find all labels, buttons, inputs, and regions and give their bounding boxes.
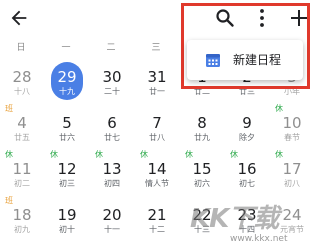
menu-item-label: 新建日程 xyxy=(233,53,282,67)
day-number: 7 xyxy=(152,114,162,132)
arrow-left-icon[interactable] xyxy=(8,7,30,29)
lunar-date: 除夕 xyxy=(239,133,255,142)
weekday-label: 日 xyxy=(16,43,26,53)
day-badge: 休 xyxy=(95,150,103,159)
day-cell[interactable]: 28 十八 xyxy=(4,58,40,108)
day-number: 20 xyxy=(102,206,122,224)
day-number: 14 xyxy=(147,160,167,178)
day-number: 17 xyxy=(282,160,302,178)
weekday-label: 三 xyxy=(151,43,161,53)
lunar-date: 二十 xyxy=(104,87,120,96)
watermark: KK下载 www.kkx.net xyxy=(190,198,312,250)
day-badge: 休 xyxy=(230,150,238,159)
day-number: 29 xyxy=(57,68,77,86)
day-cell[interactable]: 班 4 廿五 xyxy=(4,104,40,154)
day-cell[interactable]: 休 12 初三 xyxy=(49,150,85,200)
day-cell[interactable]: 20 十一 xyxy=(94,196,130,246)
day-number: 31 xyxy=(147,68,167,86)
day-cell[interactable]: 休 14 情人节 xyxy=(139,150,175,200)
lunar-date: 初九 xyxy=(14,225,30,234)
day-number: 4 xyxy=(17,114,27,132)
day-badge: 休 xyxy=(5,150,13,159)
lunar-date: 初八 xyxy=(284,179,300,188)
day-number: 11 xyxy=(12,160,32,178)
lunar-date: 廿八 xyxy=(149,133,165,142)
lunar-date: 初三 xyxy=(59,179,75,188)
day-cell[interactable]: 6 廿七 xyxy=(94,104,130,154)
week-row: 休 11 初二休 12 初三休 13 初四休 14 情人节休 15 初六休 16 初七休 17 初八 xyxy=(0,150,315,200)
day-number: 18 xyxy=(12,206,32,224)
day-cell[interactable]: 休 13 初四 xyxy=(94,150,130,200)
lunar-date: 廿六 xyxy=(59,133,75,142)
lunar-date: 十九 xyxy=(59,87,75,96)
day-number: 15 xyxy=(192,160,212,178)
day-cell[interactable]: 7 廿八 xyxy=(139,104,175,154)
day-cell[interactable]: 休 16 初七 xyxy=(229,150,265,200)
lunar-date: 初四 xyxy=(104,179,120,188)
day-number: 5 xyxy=(62,114,72,132)
weekday-label: 一 xyxy=(61,43,71,53)
day-badge: 休 xyxy=(140,150,148,159)
day-number: 10 xyxy=(282,114,302,132)
day-cell[interactable]: 休 11 初二 xyxy=(4,150,40,200)
day-cell-today[interactable]: 29 十九 xyxy=(49,58,85,108)
overflow-menu: 新建日程 xyxy=(187,40,303,80)
day-number: 30 xyxy=(102,68,122,86)
day-cell[interactable]: 9 除夕 xyxy=(229,104,265,154)
lunar-date: 廿九 xyxy=(194,133,210,142)
lunar-date: 初十 xyxy=(59,225,75,234)
weekday-label: 二 xyxy=(106,43,116,53)
day-number: 12 xyxy=(57,160,77,178)
lunar-date: 春节 xyxy=(284,133,300,142)
day-number: 21 xyxy=(147,206,167,224)
lunar-date: 十一 xyxy=(104,225,120,234)
day-cell[interactable]: 30 二十 xyxy=(94,58,130,108)
lunar-date: 十八 xyxy=(14,87,30,96)
lunar-date: 初二 xyxy=(14,179,30,188)
day-cell[interactable]: 班 18 初九 xyxy=(4,196,40,246)
watermark-url: www.kkx.net xyxy=(230,234,288,244)
day-cell[interactable]: 19 初十 xyxy=(49,196,85,246)
day-number: 9 xyxy=(242,114,252,132)
day-cell[interactable]: 5 廿六 xyxy=(49,104,85,154)
week-row: 班 4 廿五 5 廿六 6 廿七 7 廿八 8 廿九 9 除夕休 10 春节 xyxy=(0,104,315,154)
day-cell[interactable]: 休 17 初八 xyxy=(274,150,310,200)
day-badge: 休 xyxy=(275,104,283,113)
lunar-date: 廿五 xyxy=(14,133,30,142)
day-number: 6 xyxy=(107,114,117,132)
day-cell[interactable]: 31 廿一 xyxy=(139,58,175,108)
day-number: 13 xyxy=(102,160,122,178)
lunar-date: 初七 xyxy=(239,179,255,188)
lunar-date: 情人节 xyxy=(145,179,169,188)
day-badge: 班 xyxy=(5,196,13,205)
day-cell[interactable]: 休 15 初六 xyxy=(184,150,220,200)
day-badge: 休 xyxy=(275,150,283,159)
watermark-logo: KK下载 xyxy=(190,204,279,234)
lunar-date: 廿七 xyxy=(104,133,120,142)
calendar-icon xyxy=(206,54,220,67)
day-number: 28 xyxy=(12,68,32,86)
lunar-date: 廿一 xyxy=(149,87,165,96)
day-badge: 班 xyxy=(5,104,13,113)
day-cell[interactable]: 休 10 春节 xyxy=(274,104,310,154)
day-badge: 休 xyxy=(50,150,58,159)
lunar-date: 十二 xyxy=(149,225,165,234)
day-badge: 休 xyxy=(185,150,193,159)
lunar-date: 初六 xyxy=(194,179,210,188)
day-number: 8 xyxy=(197,114,207,132)
day-cell[interactable]: 21 十二 xyxy=(139,196,175,246)
day-cell[interactable]: 8 廿九 xyxy=(184,104,220,154)
day-number: 19 xyxy=(57,206,77,224)
day-number: 16 xyxy=(237,160,257,178)
